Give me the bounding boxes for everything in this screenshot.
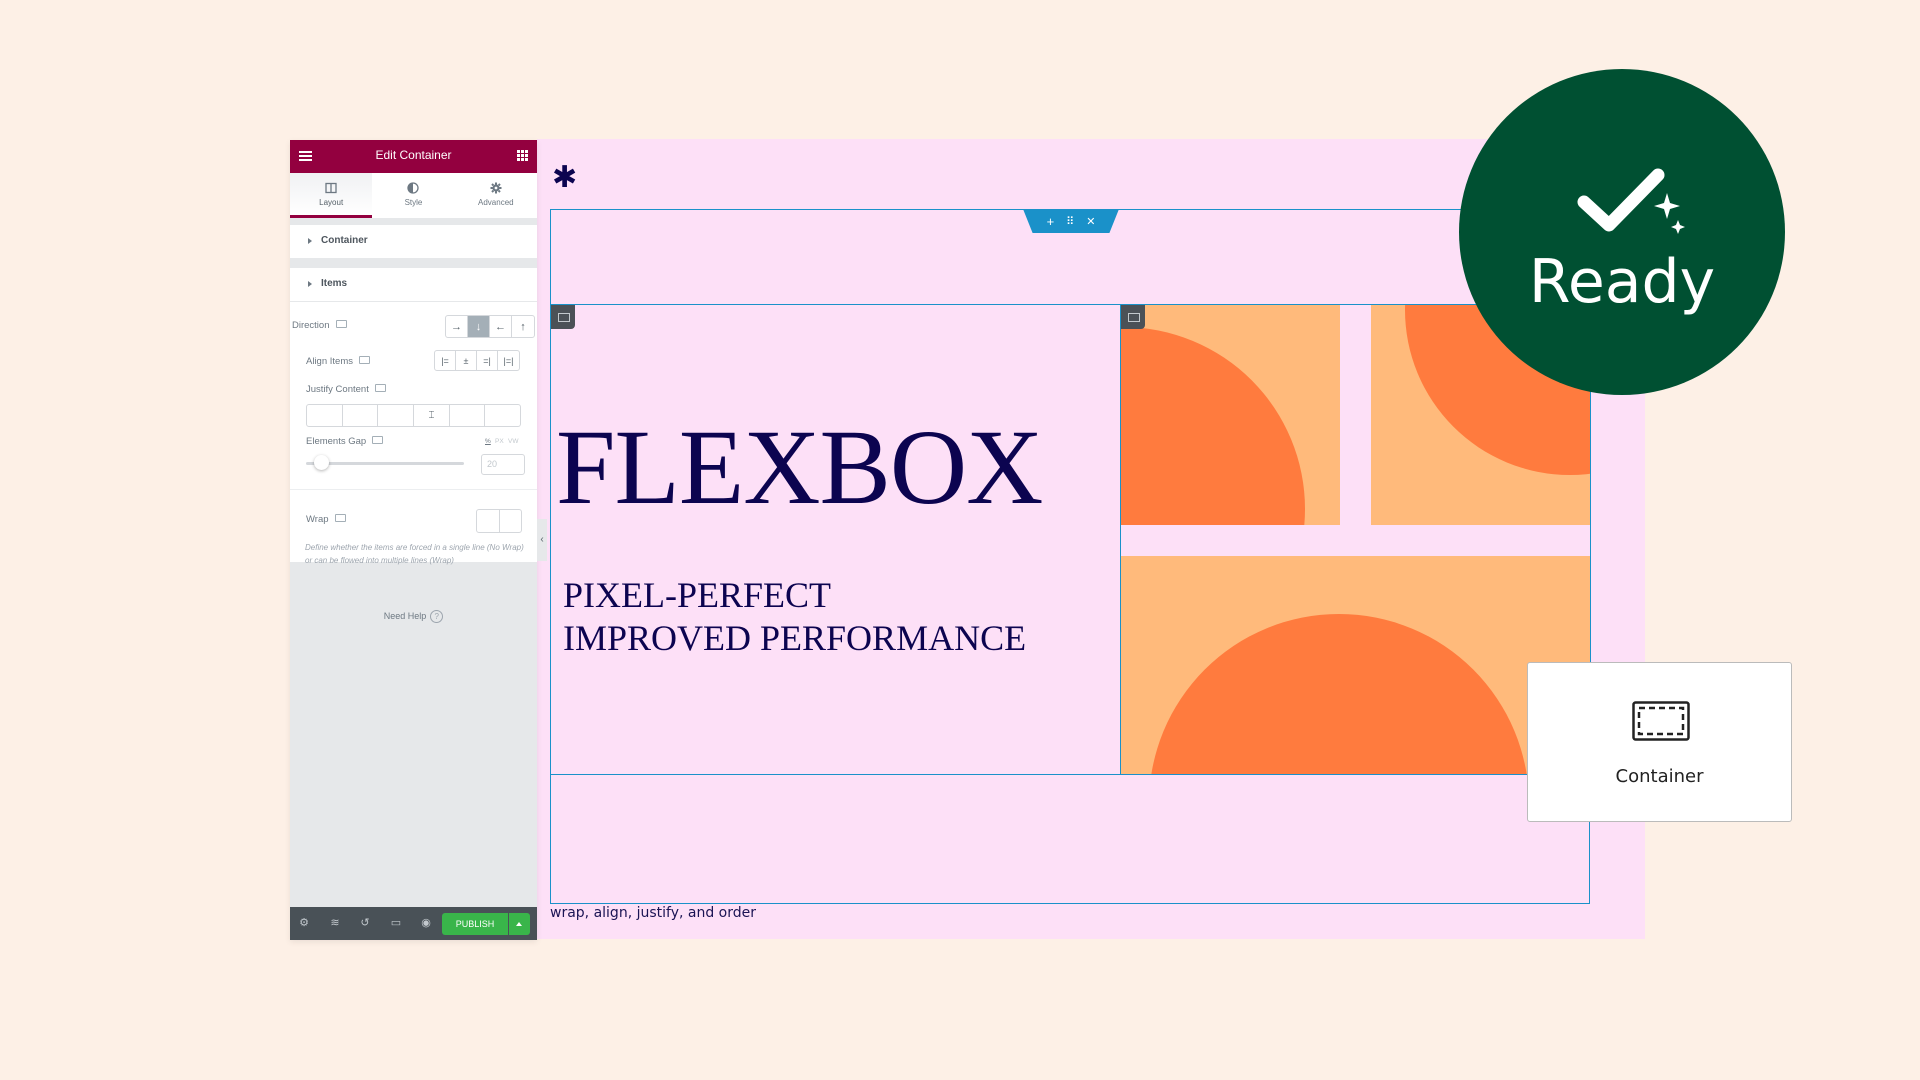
gap-slider-track[interactable] <box>306 462 464 465</box>
tab-label: Advanced <box>478 198 514 207</box>
tab-layout[interactable]: Layout <box>290 173 373 218</box>
drag-icon[interactable]: ⠿ <box>1066 215 1074 228</box>
gap-slider-thumb[interactable] <box>314 455 329 470</box>
ready-badge: Ready <box>1459 69 1785 395</box>
align-stretch-button[interactable]: |=| <box>498 351 519 370</box>
direction-column-reverse-button[interactable]: ↑ <box>512 316 534 337</box>
justify-space-between-button[interactable]: ⌶ <box>414 405 450 426</box>
align-center-button[interactable]: ± <box>456 351 477 370</box>
history-icon[interactable]: ↺ <box>359 917 371 929</box>
panel-tabs: Layout Style Advanced <box>290 173 537 218</box>
wrap-label: Wrap <box>306 514 346 525</box>
close-icon[interactable]: ✕ <box>1086 215 1095 228</box>
align-end-button[interactable]: =| <box>477 351 498 370</box>
gear-icon <box>490 182 502 194</box>
responsive-icon[interactable]: ▭ <box>390 917 402 929</box>
checkmark-sparkle-icon <box>1577 168 1685 234</box>
no-wrap-button[interactable] <box>477 510 500 532</box>
panel-title: Edit Container <box>375 148 452 162</box>
justify-space-around-button[interactable] <box>450 405 485 426</box>
tab-label: Layout <box>319 198 344 207</box>
container-handle[interactable]: + ⠿ ✕ <box>1023 209 1119 233</box>
responsive-monitor-icon[interactable] <box>372 436 384 445</box>
orange-arc <box>1149 614 1529 774</box>
image-tile-top-left <box>1121 305 1340 525</box>
subheadline-1: PIXEL-PERFECT <box>563 575 832 615</box>
items-controls: Direction → ↓ ← ↑ Align Items |= ± =| |=… <box>290 302 537 565</box>
wrap-description: Define whether the items are forced in a… <box>305 543 524 565</box>
tab-advanced[interactable]: Advanced <box>455 173 537 218</box>
widgets-grid-icon[interactable] <box>517 150 528 161</box>
editor-panel: Edit Container Layout Style Advanced Con… <box>290 140 537 940</box>
justify-start-button[interactable] <box>307 405 343 426</box>
direction-column-button[interactable]: ↓ <box>468 316 490 337</box>
half-circle-icon <box>407 182 420 194</box>
eye-icon[interactable]: ◉ <box>420 917 432 929</box>
widget-label: Container <box>1615 766 1704 787</box>
need-help-link[interactable]: Need Help? <box>290 610 537 623</box>
unit-percent[interactable]: % <box>485 438 491 445</box>
caret-right-icon <box>308 238 312 244</box>
section-container[interactable]: Container <box>290 225 537 258</box>
panel-footer: ⚙ ≋ ↺ ▭ ◉ PUBLISH <box>290 907 537 940</box>
direction-buttons: → ↓ ← ↑ <box>445 315 535 338</box>
inner-container-text[interactable] <box>550 304 1121 775</box>
headline: FLEXBOX <box>556 409 1043 527</box>
section-label: Items <box>321 278 348 289</box>
add-icon[interactable]: + <box>1047 214 1055 229</box>
caption-text: wrap, align, justify, and order <box>550 905 757 921</box>
container-widget-icon <box>1632 701 1690 741</box>
justify-space-evenly-button[interactable] <box>485 405 520 426</box>
container-widget-card[interactable]: Container <box>1527 662 1792 822</box>
publish-button[interactable]: PUBLISH <box>442 913 508 935</box>
gear-icon[interactable]: ⚙ <box>298 917 310 929</box>
responsive-monitor-icon[interactable] <box>335 320 347 329</box>
help-question-icon: ? <box>430 610 444 623</box>
panel-header: Edit Container <box>290 140 537 173</box>
gap-value-input[interactable]: 20 <box>481 454 525 475</box>
align-items-buttons: |= ± =| |=| <box>434 350 520 371</box>
element-edit-handle[interactable] <box>1121 305 1145 329</box>
align-items-label: Align Items <box>306 356 370 367</box>
subheadline-2: IMPROVED PERFORMANCE <box>563 618 1027 658</box>
inner-container-image[interactable] <box>1120 304 1591 775</box>
columns-icon <box>325 182 337 194</box>
responsive-monitor-icon[interactable] <box>359 356 370 365</box>
wrap-button[interactable] <box>500 510 522 532</box>
tab-label: Style <box>404 198 423 207</box>
unit-vw[interactable]: VW <box>508 438 518 445</box>
asterisk-logo-icon: ✱ <box>552 160 578 195</box>
publish-options-button[interactable] <box>509 913 530 935</box>
align-start-button[interactable]: |= <box>435 351 456 370</box>
tab-style[interactable]: Style <box>372 173 454 218</box>
justify-center-button[interactable] <box>343 405 378 426</box>
wrap-toggle <box>476 509 522 533</box>
justify-content-label: Justify Content <box>306 384 386 395</box>
orange-arc <box>1121 327 1305 525</box>
image-tile-bottom <box>1121 556 1590 774</box>
direction-row-reverse-button[interactable]: ← <box>490 316 512 337</box>
ready-label: Ready <box>1528 247 1716 317</box>
section-items[interactable]: Items <box>290 268 537 301</box>
need-help-label: Need Help <box>383 611 427 621</box>
direction-label: Direction <box>292 320 347 331</box>
responsive-monitor-icon[interactable] <box>374 384 386 393</box>
responsive-monitor-icon[interactable] <box>334 514 346 523</box>
section-label: Container <box>321 235 368 246</box>
justify-content-buttons: ⌶ <box>306 404 521 427</box>
justify-end-button[interactable] <box>378 405 414 426</box>
divider <box>290 489 537 490</box>
collapse-panel-button[interactable]: ‹ <box>537 519 547 561</box>
direction-row-button[interactable]: → <box>446 316 468 337</box>
caret-right-icon <box>308 281 312 287</box>
layers-icon[interactable]: ≋ <box>329 917 341 929</box>
unit-px[interactable]: PX <box>495 438 504 445</box>
elements-gap-label: Elements Gap <box>306 436 384 447</box>
element-edit-handle[interactable] <box>551 305 575 329</box>
